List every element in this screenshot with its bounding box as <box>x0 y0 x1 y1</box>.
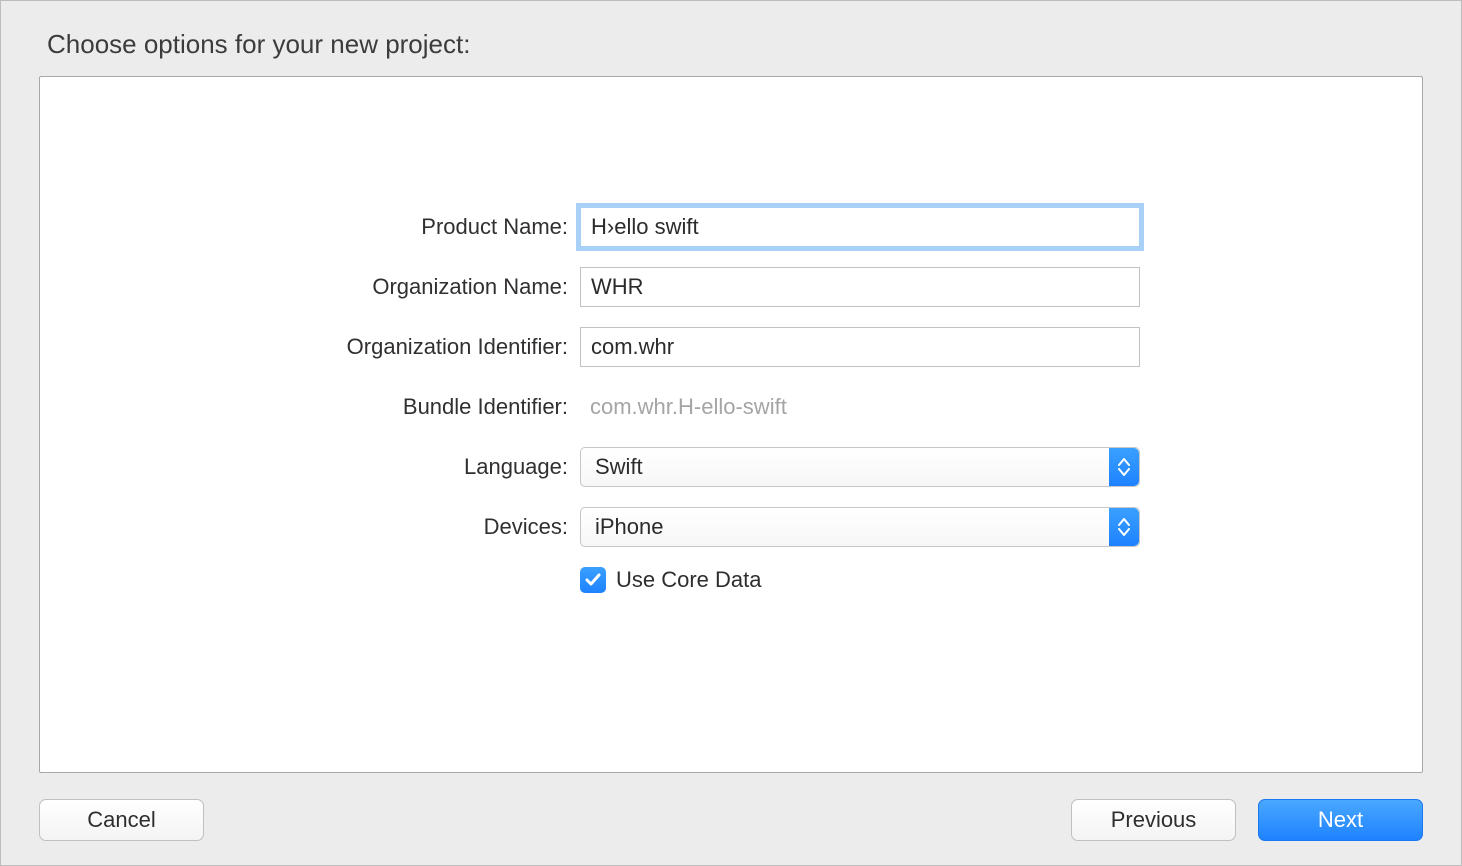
use-core-data-checkbox[interactable] <box>580 567 606 593</box>
next-button[interactable]: Next <box>1258 799 1423 841</box>
organization-identifier-label: Organization Identifier: <box>40 334 580 360</box>
options-form: Product Name: Organization Name: Organiz… <box>40 207 1422 593</box>
use-core-data-row: Use Core Data <box>40 567 1422 593</box>
bundle-identifier-value: com.whr.H-ello-swift <box>580 387 1140 427</box>
organization-identifier-row: Organization Identifier: <box>40 327 1422 367</box>
devices-popup[interactable]: iPhone <box>580 507 1140 547</box>
product-name-input[interactable] <box>580 207 1140 247</box>
updown-arrows-icon <box>1109 448 1139 486</box>
organization-name-row: Organization Name: <box>40 267 1422 307</box>
previous-button[interactable]: Previous <box>1071 799 1236 841</box>
devices-popup-value: iPhone <box>595 514 664 540</box>
language-popup[interactable]: Swift <box>580 447 1140 487</box>
organization-name-input[interactable] <box>580 267 1140 307</box>
updown-arrows-icon <box>1109 508 1139 546</box>
use-core-data-label: Use Core Data <box>616 567 762 593</box>
bundle-identifier-label: Bundle Identifier: <box>40 394 580 420</box>
new-project-options-sheet: Choose options for your new project: Pro… <box>0 0 1462 866</box>
organization-identifier-input[interactable] <box>580 327 1140 367</box>
language-label: Language: <box>40 454 580 480</box>
organization-name-label: Organization Name: <box>40 274 580 300</box>
footer: Cancel Previous Next <box>39 799 1423 841</box>
devices-row: Devices: iPhone <box>40 507 1422 547</box>
cancel-button[interactable]: Cancel <box>39 799 204 841</box>
product-name-label: Product Name: <box>40 214 580 240</box>
sheet-title: Choose options for your new project: <box>47 29 1423 60</box>
bundle-identifier-row: Bundle Identifier: com.whr.H-ello-swift <box>40 387 1422 427</box>
language-popup-value: Swift <box>595 454 643 480</box>
check-icon <box>584 571 602 589</box>
product-name-row: Product Name: <box>40 207 1422 247</box>
main-panel: Product Name: Organization Name: Organiz… <box>39 76 1423 773</box>
devices-label: Devices: <box>40 514 580 540</box>
language-row: Language: Swift <box>40 447 1422 487</box>
